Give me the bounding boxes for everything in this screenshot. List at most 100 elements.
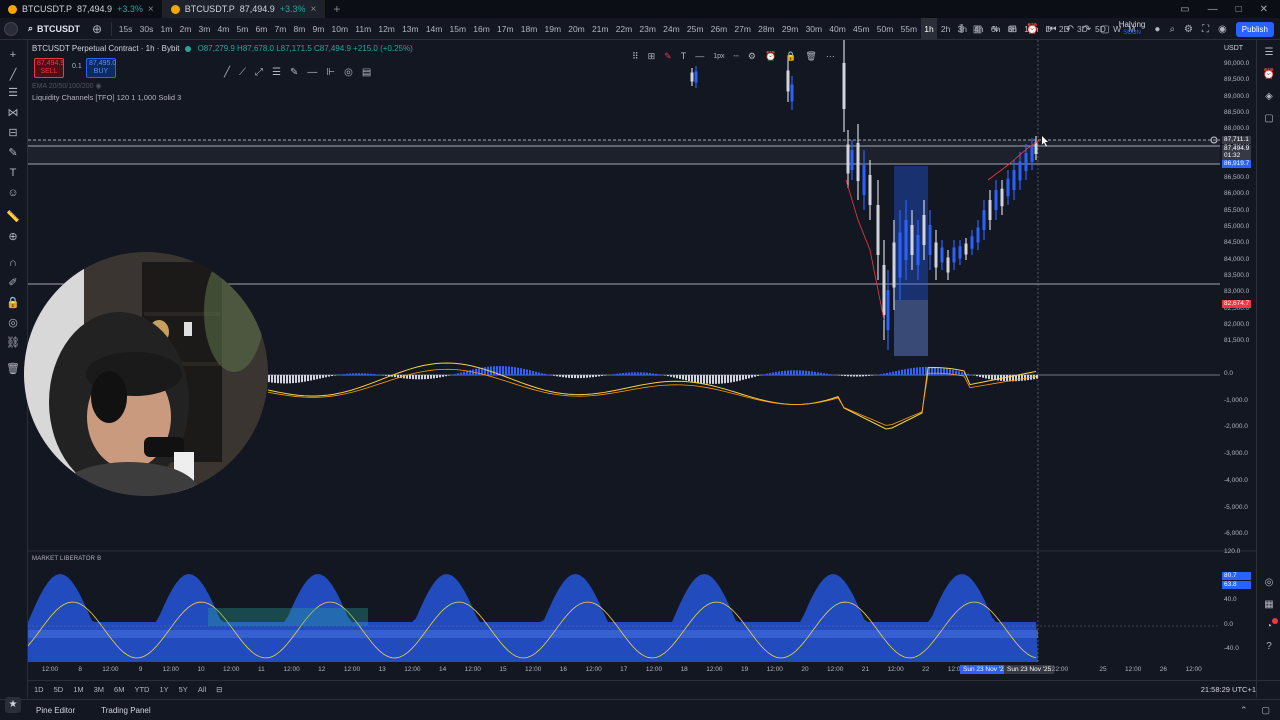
publish-button[interactable]: Publish (1235, 21, 1274, 37)
timeframe-28m[interactable]: 28m (755, 18, 779, 40)
target-icon[interactable]: ◎ (344, 67, 353, 78)
fib-retracement-icon[interactable]: ⊩ (326, 67, 335, 78)
timeframe-26m[interactable]: 26m (707, 18, 731, 40)
horizontal-line-icon[interactable]: — (307, 67, 317, 78)
trading-panel-tab[interactable]: Trading Panel (91, 706, 167, 715)
range-3m[interactable]: 3M (94, 685, 104, 694)
line-style-icon[interactable]: ┄ (733, 51, 738, 62)
range-1y[interactable]: 1Y (159, 685, 168, 694)
close-tab-icon[interactable]: × (311, 4, 317, 15)
timeframe-50m[interactable]: 50m (873, 18, 897, 40)
timeframe-23m[interactable]: 23m (636, 18, 660, 40)
symbol-title[interactable]: BTCUSDT Perpetual Contract · 1h · Bybit (32, 44, 179, 53)
timeframe-18m[interactable]: 18m (517, 18, 541, 40)
ema-legend[interactable]: EMA 20/50/100/200 ◉ (32, 82, 102, 90)
new-tab-button[interactable]: + (325, 2, 348, 16)
timeframe-40m[interactable]: 40m (826, 18, 850, 40)
timeframe-30s[interactable]: 30s (136, 18, 157, 40)
profile-icon[interactable]: ● (1154, 24, 1160, 35)
emoji-icon[interactable]: ☺ (6, 186, 20, 200)
timeframe-55m[interactable]: 55m (897, 18, 921, 40)
chat-icon[interactable]: ▢ (1262, 112, 1276, 126)
brush-icon[interactable]: ✎ (6, 146, 20, 160)
timeframe-30m[interactable]: 30m (802, 18, 826, 40)
compare-symbol-button[interactable]: ⊕ (86, 22, 108, 36)
line-color-icon[interactable]: ✎ (664, 51, 672, 62)
timeframe-12m[interactable]: 12m (375, 18, 399, 40)
timeframe-15m[interactable]: 15m (446, 18, 470, 40)
delete-icon[interactable]: 🗑 (805, 51, 816, 62)
timeframe-13m[interactable]: 13m (398, 18, 422, 40)
notifications-icon[interactable]: ◔ (1262, 618, 1278, 634)
favorites-star-icon[interactable]: ★ (5, 697, 21, 713)
range-1d[interactable]: 1D (34, 685, 44, 694)
templates-icon[interactable]: ⊞ (1009, 24, 1017, 35)
settings-icon[interactable]: ⚙ (748, 51, 756, 62)
link-icon[interactable]: ⛓ (6, 336, 20, 350)
timeframe-29m[interactable]: 29m (778, 18, 802, 40)
drag-handle-icon[interactable]: ⠿ (632, 51, 639, 62)
text-icon[interactable]: T (6, 166, 20, 180)
alert-icon[interactable]: ⏰ (1026, 24, 1038, 35)
maximize-panel-icon[interactable]: ▢ (1261, 705, 1270, 716)
timeframe-16m[interactable]: 16m (470, 18, 494, 40)
timeframe-10m[interactable]: 10m (328, 18, 352, 40)
snapshot-icon[interactable]: ◉ (1218, 24, 1227, 35)
timeframe-8m[interactable]: 8m (290, 18, 309, 40)
range-6m[interactable]: 6M (114, 685, 124, 694)
timeframe-22m[interactable]: 22m (612, 18, 636, 40)
help-icon[interactable]: ? (1262, 640, 1276, 654)
parallel-channel-icon[interactable]: ☰ (272, 67, 281, 78)
draw-mode-icon[interactable]: ✐ (6, 276, 20, 290)
timeframe-5m[interactable]: 5m (233, 18, 252, 40)
candles-icon[interactable]: ▥ (973, 24, 982, 35)
browser-tab-2[interactable]: BTCUSDT.P 87,494.9 +3.3% × (162, 0, 326, 18)
timeframe-20m[interactable]: 20m (565, 18, 589, 40)
close-window-icon[interactable]: ✕ (1260, 4, 1268, 15)
grid-icon[interactable]: ▤ (362, 67, 371, 78)
timeframe-1m[interactable]: 1m (157, 18, 176, 40)
ray-icon[interactable]: ⟋ (239, 67, 246, 78)
alert-add-icon[interactable]: ⏰ (765, 51, 776, 62)
timeframe-19m[interactable]: 19m (541, 18, 565, 40)
buy-button[interactable]: 87,495.0 BUY (86, 58, 116, 78)
close-tab-icon[interactable]: × (148, 4, 154, 15)
collapse-panel-icon[interactable]: ⌃ (1240, 705, 1248, 716)
timeframe-1h[interactable]: 1h (920, 17, 938, 40)
bar-chart-type-icon[interactable]: ⫼ (959, 24, 964, 35)
pen-icon[interactable]: ✎ (290, 67, 298, 78)
magnet-icon[interactable]: ∩ (6, 256, 20, 270)
timeframe-45m[interactable]: 45m (849, 18, 873, 40)
timeframe-27m[interactable]: 27m (731, 18, 755, 40)
maximize-icon[interactable]: □ (1236, 4, 1242, 15)
timeframe-3m[interactable]: 3m (195, 18, 214, 40)
timeframe-25m[interactable]: 25m (683, 18, 707, 40)
timeframe-11m[interactable]: 11m (352, 18, 375, 40)
template-icon[interactable]: ⊞ (648, 51, 656, 62)
lock-icon[interactable]: 🔒 (6, 296, 20, 310)
fullscreen-icon[interactable]: ⛶ (1202, 24, 1209, 35)
lock-icon[interactable]: 🔒 (785, 51, 796, 62)
market-liberator-legend[interactable]: MARKET LIBERATOR B (32, 556, 101, 562)
search-icon[interactable]: ⌕ (1169, 24, 1175, 35)
line-width-value[interactable]: 1px (713, 53, 724, 60)
layout-icon[interactable]: ▢ (1100, 24, 1109, 35)
line-width-icon[interactable]: — (695, 51, 704, 61)
trash-icon[interactable]: 🗑 (6, 362, 20, 376)
extended-line-icon[interactable]: ⤢ (255, 67, 263, 78)
data-window-icon[interactable]: ◈ (1262, 90, 1276, 104)
browser-tab-1[interactable]: BTCUSDT.P 87,494.9 +3.3% × (0, 0, 163, 18)
trend-line-icon[interactable]: ╱ (224, 67, 230, 78)
calendar-icon[interactable]: ▦ (1262, 598, 1276, 612)
eye-icon[interactable]: ◉ (95, 83, 101, 90)
liquidity-legend[interactable]: Liquidity Channels [TFO] 120 1 1,000 Sol… (32, 93, 181, 102)
cast-icon[interactable]: ▭ (1180, 4, 1189, 15)
redo-icon[interactable]: ↷ (1083, 24, 1091, 35)
timeframe-2h[interactable]: 2h (937, 18, 954, 40)
timeframe-7m[interactable]: 7m (271, 18, 290, 40)
text-color-icon[interactable]: T (681, 51, 687, 61)
goto-date-icon[interactable]: ⊟ (216, 685, 222, 694)
timeframe-9m[interactable]: 9m (309, 18, 328, 40)
settings-icon[interactable]: ⚙ (1184, 24, 1193, 35)
pattern-icon[interactable]: ⋈ (6, 106, 20, 120)
